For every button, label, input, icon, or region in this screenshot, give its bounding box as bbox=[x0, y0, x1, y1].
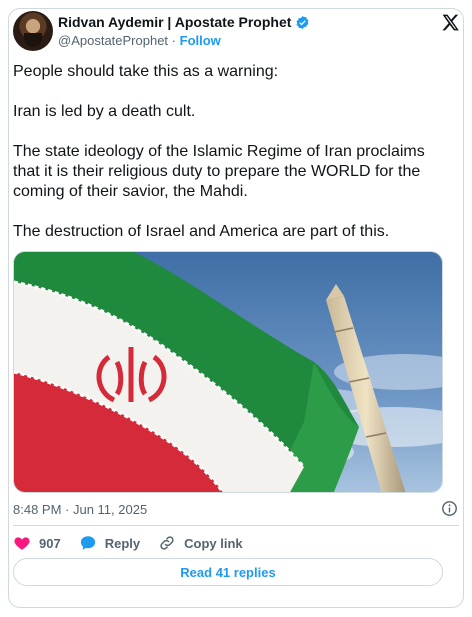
tweet-paragraph: People should take this as a warning: bbox=[13, 63, 279, 80]
heart-icon bbox=[14, 537, 30, 550]
author-name[interactable]: Ridvan Aydemir | Apostate Prophet bbox=[58, 14, 291, 30]
separator-dot: · bbox=[171, 33, 177, 48]
author-handle-row: @ApostateProphet · Follow bbox=[58, 33, 221, 48]
read-replies-label: Read 41 replies bbox=[180, 564, 276, 580]
flag-missile-photo bbox=[14, 252, 442, 492]
author-handle[interactable]: @ApostateProphet bbox=[58, 33, 168, 48]
reply-button[interactable]: Reply bbox=[79, 534, 140, 552]
tweet-text: People should take this as a warning: Ir… bbox=[13, 62, 445, 262]
read-replies-button[interactable]: Read 41 replies bbox=[13, 558, 443, 586]
copy-link-label: Copy link bbox=[184, 535, 243, 551]
tweet-paragraph: The destruction of Israel and America ar… bbox=[13, 223, 390, 240]
reply-label: Reply bbox=[104, 535, 141, 551]
info-icon[interactable] bbox=[441, 500, 458, 517]
tweet-image[interactable] bbox=[13, 251, 443, 493]
verified-badge-icon bbox=[296, 15, 309, 29]
x-logo-icon[interactable] bbox=[441, 13, 460, 32]
tweet-paragraph: The state ideology of the Islamic Regime… bbox=[13, 143, 425, 200]
tweet-timestamp[interactable]: 8:48 PM · Jun 11, 2025 bbox=[13, 502, 147, 517]
follow-button[interactable]: Follow bbox=[180, 33, 221, 48]
copy-link-button[interactable]: Copy link bbox=[158, 534, 243, 552]
tweet-paragraph: Iran is led by a death cult. bbox=[13, 103, 196, 120]
avatar[interactable] bbox=[13, 11, 53, 51]
action-bar: 907 Reply Copy link bbox=[13, 534, 261, 552]
like-count: 907 bbox=[39, 535, 61, 551]
link-icon bbox=[160, 536, 174, 550]
divider bbox=[13, 525, 459, 526]
reply-bubble-icon bbox=[80, 536, 95, 550]
like-button[interactable]: 907 bbox=[13, 534, 61, 552]
author-name-row: Ridvan Aydemir | Apostate Prophet bbox=[58, 14, 310, 30]
